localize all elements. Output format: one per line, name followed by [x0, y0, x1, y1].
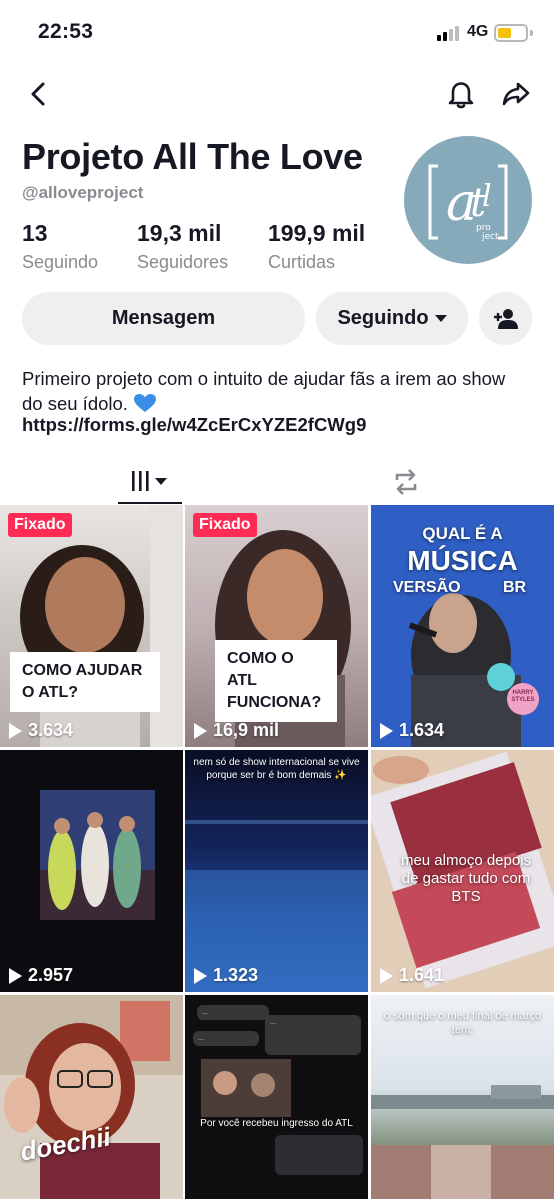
video-tile[interactable]: meu almoço depois de gastar tudo com BTS…	[371, 750, 554, 992]
play-icon	[194, 967, 207, 984]
bio-link[interactable]: https://forms.gle/w4ZcErCxYZE2fCWg9	[22, 414, 366, 436]
stat-likes-label: Curtidas	[268, 252, 336, 272]
view-count: 1.634	[380, 720, 444, 741]
view-count: 2.957	[9, 965, 73, 986]
battery-icon	[494, 24, 528, 42]
video-overlay-text: Por você recebeu ingresso do ATL	[200, 1118, 353, 1129]
bio-content: Primeiro projeto com o intuito de ajudar…	[22, 368, 506, 414]
view-count: 16,9 mil	[194, 720, 279, 741]
stat-likes-value: 199,9 mil	[268, 220, 366, 246]
video-tile[interactable]: ... ... ... Por você recebeu ingresso do…	[185, 995, 368, 1199]
video-overlay-text: o som que o meu final de março tem:	[383, 1010, 542, 1036]
message-button[interactable]: Mensagem	[22, 292, 305, 345]
following-button[interactable]: Seguindo	[316, 292, 468, 345]
view-count: 1.641	[380, 965, 444, 986]
grid-icon	[132, 471, 167, 491]
video-headline: QUAL É A	[422, 524, 503, 543]
profile-name: Projeto All The Love	[22, 136, 363, 177]
back-icon[interactable]	[22, 78, 54, 110]
add-friend-icon	[493, 308, 518, 329]
bell-icon[interactable]	[445, 78, 477, 110]
stat-following[interactable]: 13 Seguindo	[22, 220, 98, 273]
video-overlay-text: nem só de show internacional se vive por…	[193, 757, 360, 781]
pinned-badge: Fixado	[8, 513, 72, 537]
status-bar: 22:53 4G	[0, 0, 554, 66]
view-count: 3.634	[9, 720, 73, 741]
video-tile[interactable]: Fixado COMO AJUDAR O ATL? 3.634	[0, 505, 183, 747]
add-friend-button[interactable]	[479, 292, 532, 345]
video-headline-2: MÚSICA	[407, 545, 518, 576]
svg-text:l: l	[482, 179, 492, 214]
share-icon[interactable]	[500, 78, 532, 110]
stat-followers-value: 19,3 mil	[137, 220, 222, 246]
video-overlay-text: meu almoço depois de gastar tudo com BTS	[400, 852, 532, 905]
video-tile[interactable]: Fixado COMO O ATL FUNCIONA? 16,9 mil	[185, 505, 368, 747]
play-icon	[9, 722, 22, 739]
stat-likes: 199,9 mil Curtidas	[268, 220, 365, 273]
status-time: 22:53	[38, 20, 94, 43]
following-button-label: Seguindo	[337, 307, 429, 329]
video-caption: COMO AJUDAR O ATL?	[10, 652, 160, 712]
play-icon	[9, 967, 22, 984]
avatar[interactable]: a t l pro ject	[404, 136, 532, 264]
signal-icon	[437, 25, 461, 41]
video-tile[interactable]: nem só de show internacional se vive por…	[185, 750, 368, 992]
repost-icon	[395, 469, 417, 495]
play-icon	[380, 722, 393, 739]
video-tile[interactable]: QUAL É A MÚSICA VERSÃO BR HARRY STYLES 1…	[371, 505, 554, 747]
stat-following-value: 13	[22, 220, 48, 246]
video-badge: HARRY STYLES	[511, 690, 535, 703]
bio-text: Primeiro projeto com o intuito de ajudar…	[22, 366, 522, 416]
stat-followers-label: Seguidores	[137, 252, 229, 272]
svg-text:ject: ject	[481, 232, 499, 242]
pinned-badge: Fixado	[193, 513, 257, 537]
tab-reposts[interactable]	[374, 460, 438, 504]
blue-heart-icon	[134, 394, 157, 412]
video-tile[interactable]: 2.957	[0, 750, 183, 992]
profile-handle: @alloveproject	[22, 183, 144, 202]
video-tile[interactable]: doechii	[0, 995, 183, 1199]
video-caption: COMO O ATL FUNCIONA?	[215, 640, 337, 722]
stat-followers[interactable]: 19,3 mil Seguidores	[137, 220, 228, 273]
tab-videos[interactable]	[118, 460, 182, 504]
video-sub: VERSÃO	[393, 579, 461, 596]
view-count: 1.323	[194, 965, 258, 986]
play-icon	[380, 967, 393, 984]
video-sub-2: BR	[503, 579, 527, 596]
stat-following-label: Seguindo	[22, 252, 99, 272]
network-label: 4G	[467, 23, 489, 40]
caret-down-icon	[434, 315, 447, 322]
video-tile[interactable]: o som que o meu final de março tem:	[371, 995, 554, 1199]
play-icon	[194, 722, 207, 739]
